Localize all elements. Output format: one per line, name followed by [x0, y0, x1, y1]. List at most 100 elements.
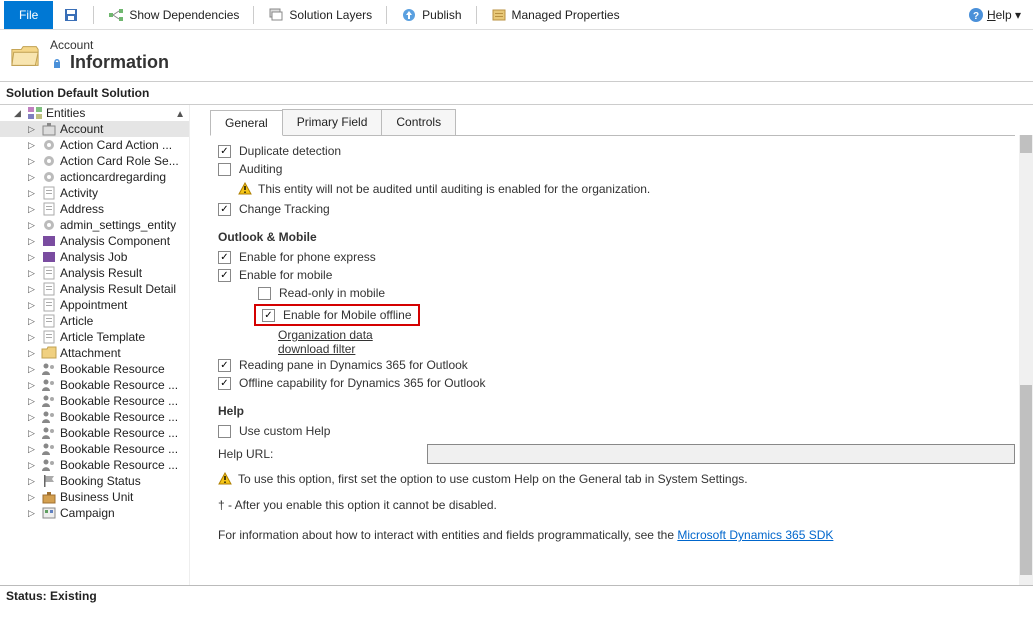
tree-item-label: Attachment — [60, 346, 121, 360]
tree-item[interactable]: ▷ Analysis Component — [0, 233, 189, 249]
status-bar: Status: Existing — [0, 585, 1033, 606]
reading-pane-label: Reading pane in Dynamics 365 for Outlook — [239, 358, 468, 372]
tab-primary-field[interactable]: Primary Field — [282, 109, 383, 135]
help-url-label: Help URL: — [218, 447, 273, 461]
solution-layers-label: Solution Layers — [289, 8, 372, 22]
tree-item-label: actioncardregarding — [60, 170, 166, 184]
tree-item-label: Analysis Component — [60, 234, 170, 248]
expand-icon[interactable]: ▷ — [28, 284, 38, 295]
tree-item[interactable]: ▷Bookable Resource ... — [0, 441, 189, 457]
tree-item[interactable]: ▷Action Card Role Se... — [0, 153, 189, 169]
tree-item[interactable]: ▷Analysis Result Detail — [0, 281, 189, 297]
tab-general[interactable]: General — [210, 110, 283, 136]
tree-item-label: Booking Status — [60, 474, 141, 488]
tree-item[interactable]: ▷ Attachment — [0, 345, 189, 361]
auditing-checkbox[interactable] — [218, 163, 231, 176]
entity-icon — [41, 410, 57, 424]
show-dependencies-button[interactable]: Show Dependencies — [98, 7, 249, 23]
reading-pane-checkbox[interactable] — [218, 359, 231, 372]
tree-item[interactable]: ▷Bookable Resource ... — [0, 409, 189, 425]
expand-icon[interactable]: ▷ — [28, 412, 38, 423]
tree-item[interactable]: ▷Bookable Resource ... — [0, 377, 189, 393]
offline-outlook-checkbox[interactable] — [218, 377, 231, 390]
expand-icon[interactable]: ▷ — [28, 364, 38, 375]
expand-icon[interactable]: ▷ — [28, 300, 38, 311]
phone-express-label: Enable for phone express — [239, 250, 376, 264]
expand-icon[interactable]: ▷ — [28, 236, 38, 247]
publish-button[interactable]: Publish — [391, 7, 471, 23]
expand-icon[interactable]: ▷ — [28, 220, 38, 231]
tree-item[interactable]: ▷Analysis Result — [0, 265, 189, 281]
readonly-mobile-checkbox[interactable] — [258, 287, 271, 300]
entity-icon — [41, 234, 57, 248]
tree-item[interactable]: ▷Address — [0, 201, 189, 217]
tree-item[interactable]: ▷Account — [0, 121, 189, 137]
expand-icon[interactable]: ▷ — [28, 316, 38, 327]
phone-express-checkbox[interactable] — [218, 251, 231, 264]
help-menu[interactable]: ? Help ▾ — [968, 7, 1029, 23]
scroll-up-arrow[interactable]: ▲ — [175, 109, 185, 120]
expand-icon[interactable]: ▷ — [28, 444, 38, 455]
tree-item[interactable]: ▷Appointment — [0, 297, 189, 313]
mobile-offline-checkbox[interactable] — [262, 309, 275, 322]
tree-item[interactable]: ▷Bookable Resource — [0, 361, 189, 377]
expand-icon[interactable]: ▷ — [28, 252, 38, 263]
vertical-scrollbar[interactable] — [1019, 135, 1033, 585]
tree-item-label: Activity — [60, 186, 98, 200]
dup-detection-checkbox[interactable] — [218, 145, 231, 158]
org-data-link[interactable]: Organization data — [278, 328, 1015, 342]
download-filter-link[interactable]: download filter — [278, 342, 1015, 356]
tree-item[interactable]: ▷admin_settings_entity — [0, 217, 189, 233]
expand-icon[interactable]: ▷ — [28, 476, 38, 487]
enable-mobile-checkbox[interactable] — [218, 269, 231, 282]
expand-icon[interactable]: ▷ — [28, 268, 38, 279]
save-button[interactable] — [53, 7, 89, 23]
expand-icon[interactable]: ▷ — [28, 508, 38, 519]
tree-item[interactable]: ▷ Business Unit — [0, 489, 189, 505]
tree-item[interactable]: ▷ Booking Status — [0, 473, 189, 489]
managed-properties-label: Managed Properties — [512, 8, 620, 22]
tree-root-entities[interactable]: ◢ Entities — [0, 105, 189, 121]
expand-icon[interactable]: ▷ — [28, 380, 38, 391]
expand-icon[interactable]: ▷ — [28, 348, 38, 359]
tree-item[interactable]: ▷Action Card Action ... — [0, 137, 189, 153]
mobile-offline-highlight: Enable for Mobile offline — [254, 304, 420, 326]
tab-controls[interactable]: Controls — [381, 109, 456, 135]
solution-layers-button[interactable]: Solution Layers — [258, 7, 382, 23]
expand-icon[interactable]: ▷ — [28, 460, 38, 471]
outlook-mobile-heading: Outlook & Mobile — [218, 218, 1015, 248]
tree-item[interactable]: ▷Article Template — [0, 329, 189, 345]
change-tracking-checkbox[interactable] — [218, 203, 231, 216]
tree-item[interactable]: ▷ actioncardregarding — [0, 169, 189, 185]
tree-item[interactable]: ▷Article — [0, 313, 189, 329]
custom-help-row: Use custom Help — [218, 422, 1015, 440]
file-menu[interactable]: File — [4, 1, 53, 29]
tree-item[interactable]: ▷Bookable Resource ... — [0, 425, 189, 441]
help-url-input[interactable] — [427, 444, 1015, 464]
tree-item[interactable]: ▷Campaign — [0, 505, 189, 521]
expand-icon[interactable]: ▷ — [28, 172, 38, 183]
expand-icon[interactable]: ▷ — [28, 156, 38, 167]
phone-express-row: Enable for phone express — [218, 248, 1015, 266]
scroll-arrow-up[interactable] — [1020, 135, 1032, 153]
managed-properties-button[interactable]: Managed Properties — [481, 7, 630, 23]
expand-icon[interactable]: ▷ — [28, 140, 38, 151]
tree-item[interactable]: ▷Analysis Job — [0, 249, 189, 265]
scroll-thumb[interactable] — [1020, 385, 1032, 575]
reading-pane-row: Reading pane in Dynamics 365 for Outlook — [218, 356, 1015, 374]
expand-icon[interactable]: ▷ — [28, 492, 38, 503]
expand-icon[interactable]: ▷ — [28, 188, 38, 199]
expand-icon[interactable]: ▷ — [28, 124, 38, 135]
collapse-icon[interactable]: ◢ — [14, 108, 24, 119]
expand-icon[interactable]: ▷ — [28, 204, 38, 215]
sdk-link[interactable]: Microsoft Dynamics 365 SDK — [677, 528, 833, 542]
expand-icon[interactable]: ▷ — [28, 428, 38, 439]
expand-icon[interactable]: ▷ — [28, 396, 38, 407]
tree-item[interactable]: ▷ Activity — [0, 185, 189, 201]
entity-icon — [41, 330, 57, 344]
tree-item[interactable]: ▷Bookable Resource ... — [0, 457, 189, 473]
tree-item-label: Business Unit — [60, 490, 133, 504]
expand-icon[interactable]: ▷ — [28, 332, 38, 343]
tree-item[interactable]: ▷Bookable Resource ... — [0, 393, 189, 409]
custom-help-checkbox[interactable] — [218, 425, 231, 438]
